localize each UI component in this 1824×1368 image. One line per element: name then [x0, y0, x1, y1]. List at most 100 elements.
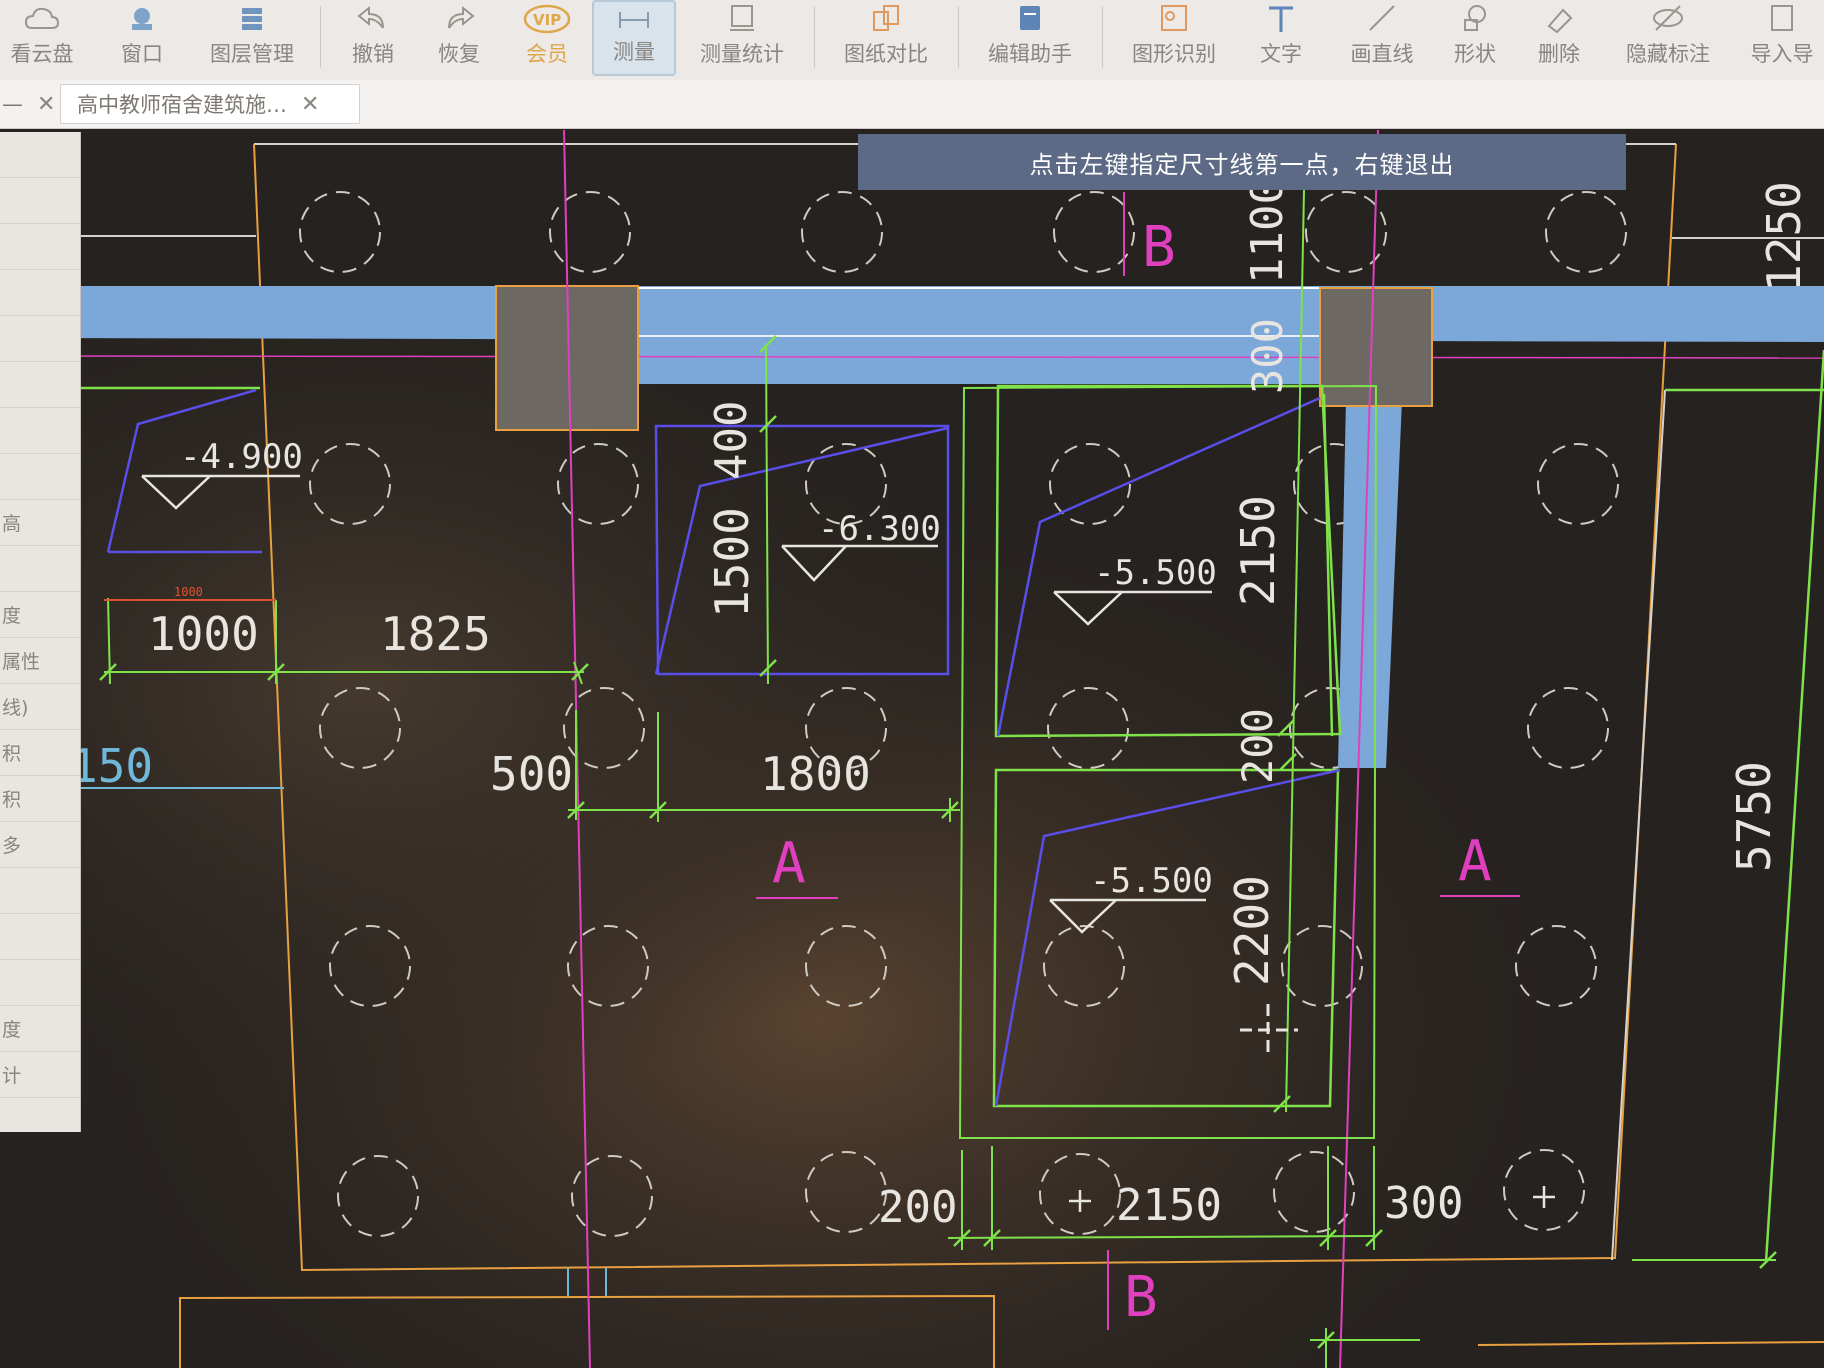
axis-label-b-bottom: B [1124, 1265, 1158, 1330]
elevation-label: -5.500 [1090, 861, 1213, 901]
elevation-label: -4.900 [180, 437, 303, 477]
toolbar-label: 形状 [1454, 42, 1496, 66]
close-icon[interactable]: ✕ [301, 92, 319, 117]
toolbar-label: 图纸对比 [844, 42, 928, 66]
measure-stats-icon [730, 5, 754, 31]
dim-label: 400 [706, 401, 757, 480]
toolbar-label: 测量统计 [700, 42, 784, 66]
properties-row[interactable]: 度 [0, 1006, 80, 1052]
close-icon[interactable]: ✕ [37, 92, 55, 117]
toolbar-label: 画直线 [1350, 42, 1414, 66]
toolbar-layers-button[interactable]: 图层管理 [200, 0, 304, 76]
properties-row[interactable] [0, 546, 80, 592]
properties-row[interactable] [0, 362, 80, 408]
layers-icon [242, 8, 262, 30]
drawing-canvas[interactable]: B B A A -4.900 -6.300 -5.500 -5.500 1000… [0, 0, 1824, 1368]
toolbar-window-button[interactable]: 窗口 [108, 0, 176, 76]
properties-row[interactable]: 度 [0, 592, 80, 638]
properties-row[interactable] [0, 914, 80, 960]
toolbar-hide-annotation-button[interactable]: 隐藏标注 [1614, 0, 1722, 76]
window-icon [132, 8, 152, 30]
dim-label: 300 [1384, 1178, 1463, 1229]
dim-label: 200 [878, 1182, 957, 1233]
hide-annotation-icon [1653, 5, 1683, 31]
properties-row[interactable] [0, 868, 80, 914]
properties-row[interactable]: 高 [0, 500, 80, 546]
toolbar-label: 删除 [1538, 42, 1580, 66]
elevation-label: -6.300 [818, 509, 941, 549]
properties-row[interactable]: 线) [0, 684, 80, 730]
tab-drawing[interactable]: 高中教师宿舍建筑施… ✕ [60, 84, 360, 124]
properties-row[interactable] [0, 132, 80, 178]
properties-label: 度 [2, 605, 22, 627]
properties-label: 积 [2, 789, 22, 811]
toolbar-separator [320, 6, 321, 68]
toolbar: 看云盘 窗口 图层管理 撤销 恢复 VIP 会员 测量 测量统计 图纸对比 编辑… [0, 0, 1824, 81]
undo-icon [357, 5, 384, 29]
toolbar-label: 窗口 [121, 42, 163, 66]
dim-label: 500 [490, 747, 573, 801]
toolbar-vip-button[interactable]: VIP 会员 [510, 0, 584, 76]
tab-title: 高中教师宿舍建筑施… [77, 93, 287, 117]
toolbar-line-button[interactable]: 画直线 [1336, 0, 1428, 76]
toolbar-separator [814, 6, 815, 68]
cloud-icon [24, 7, 60, 29]
toolbar-compare-button[interactable]: 图纸对比 [834, 0, 938, 76]
shape-icon [1464, 5, 1486, 31]
dim-label: 2150 [1116, 1180, 1222, 1231]
redo-icon [448, 5, 475, 29]
properties-row[interactable] [0, 960, 80, 1006]
toolbar-import-button[interactable]: 导入导 [1740, 0, 1824, 76]
toolbar-undo-button[interactable]: 撤销 [338, 0, 408, 76]
toolbar-edit-assistant-button[interactable]: 编辑助手 [976, 0, 1084, 76]
dim-label: 150 [70, 739, 153, 793]
dim-label: 200 [1233, 708, 1282, 784]
dim-label: 1000 [148, 607, 259, 661]
toolbar-label: 隐藏标注 [1626, 42, 1710, 66]
toolbar-text-button[interactable]: 文字 [1246, 0, 1316, 76]
properties-row[interactable] [0, 178, 80, 224]
toolbar-shape-button[interactable]: 形状 [1440, 0, 1510, 76]
properties-row[interactable]: 积 [0, 730, 80, 776]
properties-row[interactable]: 积 [0, 776, 80, 822]
toolbar-label: 导入导 [1750, 42, 1814, 66]
toolbar-redo-button[interactable]: 恢复 [424, 0, 494, 76]
axis-label-a-right: A [1458, 829, 1492, 894]
properties-label: 计 [2, 1065, 22, 1087]
toolbar-measure-stats-button[interactable]: 测量统计 [690, 0, 794, 76]
properties-row[interactable] [0, 224, 80, 270]
toolbar-measure-button[interactable]: 测量 [592, 0, 676, 76]
toolbar-label: 测量 [613, 40, 655, 64]
properties-row[interactable] [0, 270, 80, 316]
toolbar-label: 图形识别 [1132, 42, 1216, 66]
toolbar-cloud-button[interactable]: 看云盘 [0, 0, 84, 76]
dim-label: 1100 [1242, 178, 1293, 284]
line-icon [1369, 5, 1395, 31]
properties-label: 度 [2, 1019, 22, 1041]
toolbar-delete-button[interactable]: 删除 [1524, 0, 1594, 76]
tab-previous[interactable]: — ✕ [0, 84, 55, 124]
dim-label: 2200 [1225, 875, 1279, 986]
properties-row[interactable]: 计 [0, 1052, 80, 1098]
svg-text:VIP: VIP [533, 11, 561, 29]
toolbar-label: 编辑助手 [988, 42, 1072, 66]
toolbar-separator [1102, 6, 1103, 68]
command-hint: 点击左键指定尺寸线第一点，右键退出 [858, 134, 1626, 190]
dim-label: 1250 [1757, 181, 1811, 292]
properties-row[interactable] [0, 454, 80, 500]
properties-label: 属性 [2, 651, 41, 673]
elevation-label: -5.500 [1094, 553, 1217, 593]
dim-label: 1500 [705, 507, 759, 618]
properties-label: 高 [2, 513, 22, 535]
axis-label-a-left: A [772, 831, 806, 896]
toolbar-label: 撤销 [352, 42, 394, 66]
toolbar-shape-recognition-button[interactable]: 图形识别 [1120, 0, 1228, 76]
properties-row[interactable]: 多 [0, 822, 80, 868]
eraser-icon [1547, 8, 1573, 34]
properties-row[interactable] [0, 316, 80, 362]
dim-label: 1000 [174, 585, 203, 599]
compare-icon [873, 5, 899, 31]
properties-row[interactable]: 属性 [0, 638, 80, 684]
toolbar-label: 看云盘 [10, 42, 74, 66]
properties-row[interactable] [0, 408, 80, 454]
